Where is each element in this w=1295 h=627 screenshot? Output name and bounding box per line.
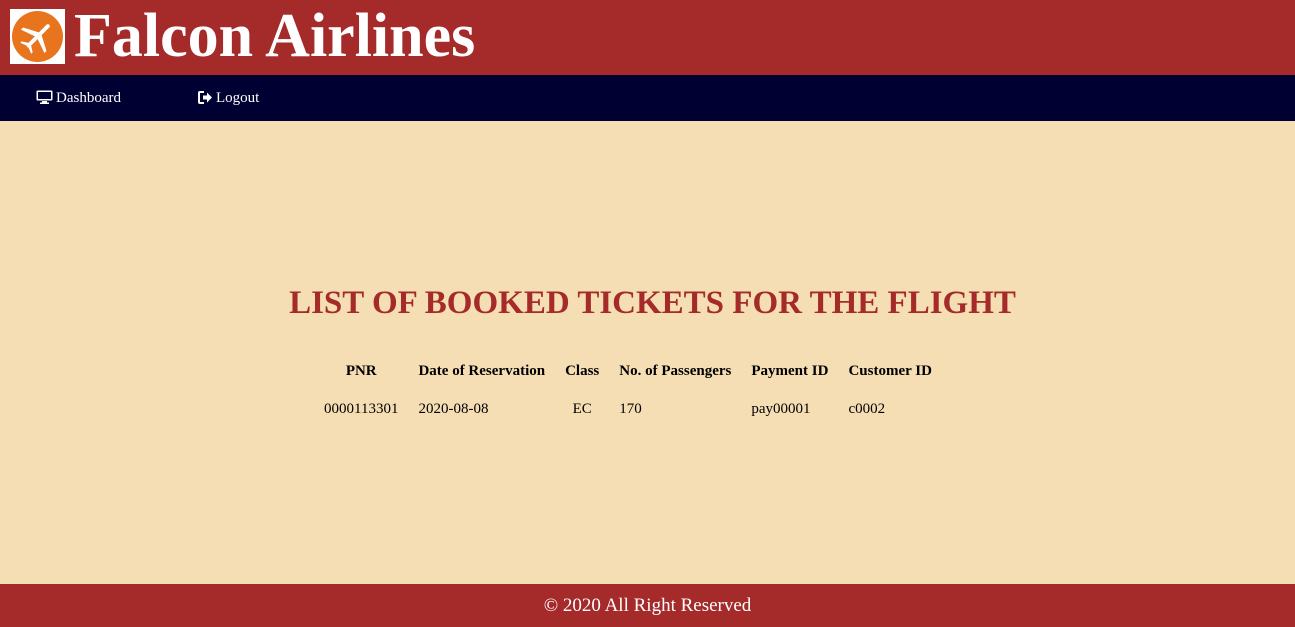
cell-class: EC	[572, 400, 592, 417]
header: Falcon Airlines	[0, 0, 1295, 75]
column-header-customer-id: Customer ID	[848, 362, 932, 379]
table-row: 0000113301 2020-08-08 EC 170 pay00001 c0…	[314, 389, 942, 429]
booked-tickets-table: PNR Date of Reservation Class No. of Pas…	[314, 353, 942, 429]
cell-pnr: 0000113301	[324, 400, 399, 417]
cell-passengers: 170	[619, 400, 642, 417]
cell-date-of-reservation: 2020-08-08	[418, 400, 489, 417]
footer: © 2020 All Right Reserved	[0, 584, 1295, 627]
cell-payment-id: pay00001	[751, 400, 811, 417]
airplane-icon	[12, 11, 63, 62]
nav-dashboard-link[interactable]: Dashboard	[36, 75, 121, 121]
column-header-payment-id: Payment ID	[751, 362, 829, 379]
column-header-pnr: PNR	[345, 362, 377, 379]
column-header-class: Class	[565, 362, 600, 379]
navbar: Dashboard Logout	[0, 75, 1295, 121]
page-title: LIST OF BOOKED TICKETS FOR THE FLIGHT	[289, 285, 1016, 321]
footer-copyright: © 2020 All Right Reserved	[543, 595, 752, 616]
cell-customer-id: c0002	[848, 400, 886, 417]
nav-dashboard-label: Dashboard	[56, 90, 121, 106]
nav-logout-label: Logout	[216, 90, 260, 106]
table-header-row: PNR Date of Reservation Class No. of Pas…	[314, 353, 942, 389]
column-header-date-of-reservation: Date of Reservation	[418, 362, 546, 379]
monitor-icon	[36, 90, 53, 104]
sign-out-icon	[198, 91, 212, 104]
column-header-passengers: No. of Passengers	[619, 362, 732, 379]
nav-logout-link[interactable]: Logout	[198, 75, 259, 121]
brand-title: Falcon Airlines	[74, 2, 476, 70]
logo	[10, 9, 65, 64]
